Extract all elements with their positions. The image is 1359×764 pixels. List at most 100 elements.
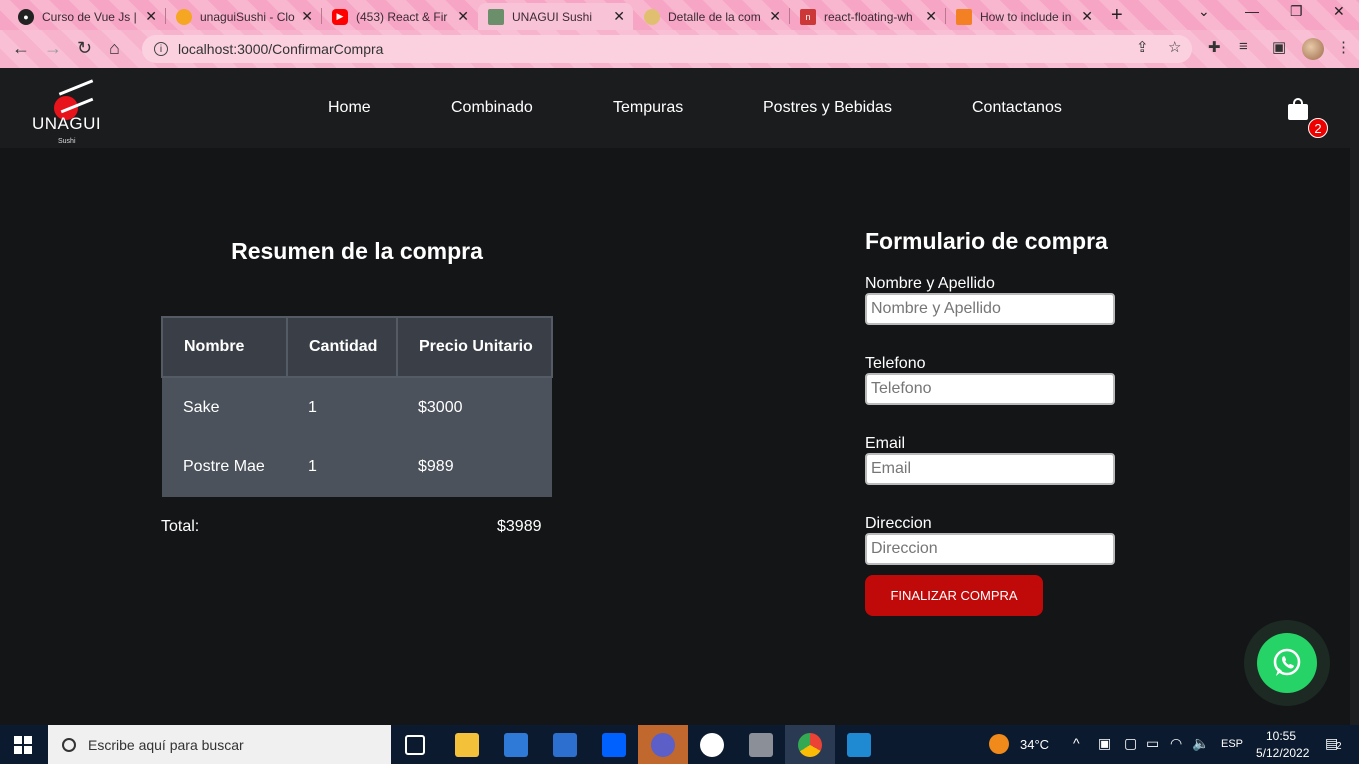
browser-tab[interactable]: How to include in ✕ [946,3,1101,30]
close-icon[interactable]: ✕ [145,8,157,25]
summary-table: Nombre Cantidad Precio Unitario Sake 1 $… [161,316,553,497]
page-scrollbar[interactable] [1350,68,1359,725]
site-header: UNAGUI Sushi Home Combinado Tempuras Pos… [0,68,1359,148]
browser-tab[interactable]: ● Curso de Vue Js | ✕ [8,3,165,30]
tab-search-icon[interactable]: ⌄ [1198,3,1210,20]
cell-price: $989 [397,437,552,497]
nav-home[interactable]: Home [328,99,371,117]
mail-icon[interactable] [553,733,577,757]
url-input[interactable]: i localhost:3000/ConfirmarCompra [142,35,1192,63]
nav-contactanos[interactable]: Contactanos [972,99,1062,117]
calculator-icon[interactable] [749,733,773,757]
task-view-icon[interactable] [405,735,425,755]
nav-tempuras[interactable]: Tempuras [613,99,683,117]
forward-icon[interactable]: → [44,38,62,59]
taskbar-search-input[interactable]: Escribe aquí para buscar [48,725,391,764]
phone-label: Telefono [865,355,926,372]
battery-icon[interactable]: ▭ [1146,735,1159,752]
tab-title: react-floating-wh [824,9,913,24]
weather-temp[interactable]: 34°C [1020,737,1049,752]
notification-count: 2 [1336,741,1342,752]
cart-count-badge: 2 [1308,118,1328,138]
whatsapp-button[interactable] [1257,633,1317,693]
clock-date[interactable]: 5/12/2022 [1256,746,1309,760]
cell-quantity: 1 [287,437,397,497]
vue-course-icon: ● [18,8,34,25]
form-title: Formulario de compra [865,228,1108,254]
nav-postres-bebidas[interactable]: Postres y Bebidas [763,99,892,117]
stackoverflow-icon [956,8,972,25]
bookmark-star-icon[interactable]: ☆ [1168,38,1181,56]
close-icon[interactable]: ✕ [301,8,313,25]
info-icon[interactable]: i [154,42,168,56]
npm-icon: n [800,8,816,25]
dropbox-icon[interactable] [602,733,626,757]
maximize-icon[interactable]: ❐ [1290,3,1303,20]
cell-name: Sake [162,377,287,437]
browser-tab[interactable]: ▶ (453) React & Fir ✕ [322,3,477,30]
clock-time[interactable]: 10:55 [1266,729,1296,743]
volume-icon[interactable]: 🔈 [1192,735,1209,752]
minimize-icon[interactable]: — [1245,3,1259,19]
column-header: Precio Unitario [396,316,553,378]
file-explorer-icon[interactable] [455,733,479,757]
weather-icon[interactable] [989,734,1009,754]
reading-list-icon[interactable]: ≡ [1239,38,1248,55]
tray-chevron-icon[interactable]: ^ [1073,735,1080,751]
app-notifications-icon[interactable] [651,733,675,757]
nav-combinado[interactable]: Combinado [451,99,533,117]
tray-app-icon[interactable]: ▣ [1098,735,1111,752]
browser-tab[interactable]: Detalle de la com ✕ [634,3,789,30]
tab-title: Curso de Vue Js | [42,9,137,24]
close-icon[interactable]: ✕ [1081,8,1093,25]
close-icon[interactable]: ✕ [925,8,937,25]
new-tab-button[interactable]: + [1111,4,1123,27]
youtube-icon: ▶ [332,8,348,25]
close-icon[interactable]: ✕ [613,8,625,25]
email-input[interactable] [865,453,1115,485]
table-header-row: Nombre Cantidad Precio Unitario [161,316,553,378]
close-icon[interactable]: ✕ [769,8,781,25]
microsoft-store-icon[interactable] [504,733,528,757]
windows-taskbar: Escribe aquí para buscar 34°C ^ ▣ ▢ ▭ ◠ … [0,725,1359,764]
cell-name: Postre Mae [162,437,287,497]
logo-text: UNAGUI [32,114,102,133]
total-value: $3989 [497,518,542,535]
browser-tab-active[interactable]: UNAGUI Sushi ✕ [478,3,633,30]
wifi-icon[interactable]: ◠ [1170,735,1182,752]
windows-start-icon[interactable] [14,736,32,754]
tab-title: How to include in [980,9,1072,24]
menu-icon[interactable]: ⋮ [1336,38,1351,56]
extensions-icon[interactable]: ✚ [1208,38,1221,56]
logo-chopstick [58,79,94,96]
github-desktop-icon[interactable] [700,733,724,757]
email-label: Email [865,435,906,452]
tab-title: UNAGUI Sushi [512,9,593,24]
browser-tab[interactable]: n react-floating-wh ✕ [790,3,945,30]
name-label: Nombre y Apellido [865,275,995,292]
cell-quantity: 1 [287,377,397,437]
browser-tab[interactable]: unaguiSushi - Clo ✕ [166,3,321,30]
cart-icon[interactable] [1288,98,1308,120]
tab-title: (453) React & Fir [356,9,448,24]
side-panel-icon[interactable]: ▣ [1272,38,1286,56]
vscode-icon[interactable] [847,733,871,757]
tray-device-icon[interactable]: ▢ [1124,735,1137,752]
language-indicator[interactable]: ESP [1221,738,1243,750]
close-window-icon[interactable]: ✕ [1333,3,1345,20]
back-icon[interactable]: ← [12,38,30,59]
search-icon [62,737,76,752]
phone-input[interactable] [865,373,1115,405]
logo[interactable]: UNAGUI Sushi [30,74,106,148]
reload-icon[interactable]: ↻ [77,38,92,59]
chrome-icon[interactable] [798,733,822,757]
name-input[interactable] [865,293,1115,325]
address-input[interactable] [865,533,1115,565]
tab-title: Detalle de la com [668,9,761,24]
share-icon[interactable]: ⇪ [1136,38,1149,56]
profile-avatar[interactable] [1302,38,1324,60]
home-icon[interactable]: ⌂ [109,38,120,59]
close-icon[interactable]: ✕ [457,8,469,25]
finalize-purchase-button[interactable]: FINALIZAR COMPRA [865,575,1043,616]
site-favicon [488,8,504,25]
